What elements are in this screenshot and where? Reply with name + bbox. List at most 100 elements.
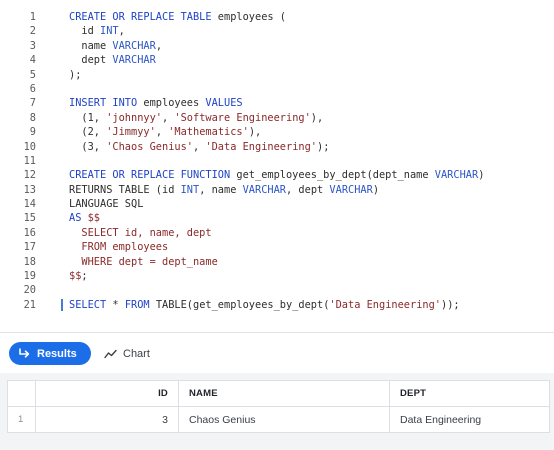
code-token: VARCHAR	[329, 183, 373, 196]
code-line[interactable]: 4 dept VARCHAR	[0, 53, 554, 67]
chart-tab-label: Chart	[123, 347, 150, 360]
code-line[interactable]: 8 (1, 'johnnyy', 'Software Engineering')…	[0, 111, 554, 125]
code-text: LANGUAGE SQL	[69, 197, 143, 211]
column-header-id[interactable]: ID	[35, 380, 179, 407]
code-token: ,	[118, 25, 125, 38]
results-tab-button[interactable]: Results	[9, 342, 91, 365]
code-token: get_employees_by_dept(dept_name	[236, 169, 435, 182]
code-token: 'Mathematics'	[168, 126, 249, 139]
column-header-name[interactable]: NAME	[178, 380, 390, 407]
code-token: INSERT INTO	[69, 97, 144, 110]
line-number: 18	[23, 255, 36, 268]
code-text: (3, 'Chaos Genius', 'Data Engineering');	[69, 140, 329, 154]
code-line[interactable]: 15 AS $$	[0, 211, 554, 225]
line-number: 12	[23, 169, 36, 182]
code-line[interactable]: 18 WHERE dept = dept_name	[0, 255, 554, 269]
sql-editor[interactable]: 1 CREATE OR REPLACE TABLE employees (2 id…	[0, 0, 554, 332]
line-number: 2	[29, 25, 36, 38]
code-token: FROM	[124, 298, 156, 311]
code-token: CREATE OR REPLACE TABLE	[69, 11, 218, 23]
code-token: ));	[441, 298, 460, 311]
code-line[interactable]: 9 (2, 'Jimmyy', 'Mathematics'),	[0, 125, 554, 139]
cell-id[interactable]: 3	[35, 406, 179, 433]
code-text: SELECT id, name, dept	[69, 226, 212, 240]
line-number: 20	[23, 284, 36, 297]
code-line[interactable]: 17 FROM employees	[0, 240, 554, 254]
code-text: SELECT * FROM TABLE(get_employees_by_dep…	[69, 298, 460, 312]
code-line[interactable]: 1 CREATE OR REPLACE TABLE employees (	[0, 10, 554, 24]
code-token: 'Software Engineering'	[174, 111, 311, 124]
code-token: INT	[100, 25, 119, 38]
code-token: SELECT id, name, dept	[69, 226, 212, 239]
code-line[interactable]: 11	[0, 154, 554, 168]
code-text: $$;	[69, 269, 88, 283]
code-line[interactable]: 6	[0, 82, 554, 96]
code-token: ),	[248, 126, 262, 139]
code-line[interactable]: 12 CREATE OR REPLACE FUNCTION get_employe…	[0, 168, 554, 182]
code-line[interactable]: 19 $$;	[0, 269, 554, 283]
code-text: RETURNS TABLE (id INT, name VARCHAR, dep…	[69, 183, 379, 197]
code-token: FROM employees	[69, 241, 169, 254]
code-token: INT	[180, 183, 200, 196]
line-number: 6	[29, 82, 36, 95]
code-token: LANGUAGE SQL	[69, 198, 144, 211]
code-token: (1,	[69, 111, 107, 124]
line-number: 5	[29, 68, 36, 81]
code-line[interactable]: 2 id INT,	[0, 24, 554, 38]
code-token: 'johnnyy'	[106, 111, 162, 124]
code-token: 'Data Engineering'	[329, 298, 441, 311]
code-text: id INT,	[69, 24, 125, 38]
code-line[interactable]: 7 INSERT INTO employees VALUES	[0, 96, 554, 110]
code-text: dept VARCHAR	[69, 53, 155, 67]
code-token: AS	[69, 212, 88, 225]
line-number: 14	[23, 198, 36, 211]
code-text: INSERT INTO employees VALUES	[69, 96, 243, 110]
column-header-dept[interactable]: DEPT	[389, 380, 550, 407]
code-text: (1, 'johnnyy', 'Software Engineering'),	[69, 111, 323, 125]
code-token: (3,	[69, 140, 107, 153]
cell-name[interactable]: Chaos Genius	[178, 406, 390, 433]
code-text: (2, 'Jimmyy', 'Mathematics'),	[69, 125, 261, 139]
code-token: ;	[81, 270, 88, 283]
line-number: 21	[23, 298, 36, 311]
line-number: 4	[29, 54, 36, 67]
chart-tab-button[interactable]: Chart	[104, 342, 150, 365]
code-token: $$	[69, 270, 82, 283]
code-token: (2,	[69, 126, 107, 139]
code-token: name	[69, 39, 113, 52]
code-text: name VARCHAR,	[69, 39, 162, 53]
line-number: 9	[29, 126, 36, 139]
code-line[interactable]: 5);	[0, 68, 554, 82]
code-token: *	[112, 298, 125, 311]
code-token: VARCHAR	[434, 169, 479, 182]
cell-dept[interactable]: Data Engineering	[389, 406, 550, 433]
code-line[interactable]: 13 RETURNS TABLE (id INT, name VARCHAR, d…	[0, 183, 554, 197]
code-line[interactable]: 3 name VARCHAR,	[0, 39, 554, 53]
code-token: ,	[155, 126, 169, 139]
table-row[interactable]: 1 3 Chaos Genius Data Engineering	[7, 406, 550, 433]
code-token: 'Data Engineering'	[205, 140, 317, 153]
code-token: ,	[155, 39, 163, 52]
code-token: VARCHAR	[242, 183, 287, 196]
code-token: dept	[69, 54, 113, 67]
table-header-row: ID NAME DEPT	[7, 380, 550, 407]
line-number: 17	[23, 241, 36, 254]
code-line[interactable]: 10 (3, 'Chaos Genius', 'Data Engineering…	[0, 140, 554, 154]
line-number: 16	[23, 226, 36, 239]
code-line[interactable]: 21 SELECT * FROM TABLE(get_employees_by_d…	[0, 298, 554, 312]
code-token: );	[317, 140, 330, 153]
results-table: ID NAME DEPT 1 3 Chaos Genius Data Engin…	[7, 380, 550, 433]
line-number: 3	[29, 39, 36, 52]
code-text: AS $$	[69, 211, 100, 225]
line-number: 7	[29, 97, 36, 110]
code-line[interactable]: 16 SELECT id, name, dept	[0, 226, 554, 240]
code-token: employees	[143, 97, 206, 110]
code-token: WHERE dept = dept_name	[69, 255, 218, 268]
code-token: , name	[199, 183, 243, 196]
line-number: 15	[23, 212, 36, 225]
code-text: FROM employees	[69, 240, 168, 254]
code-line[interactable]: 20	[0, 283, 554, 297]
code-line[interactable]: 14 LANGUAGE SQL	[0, 197, 554, 211]
code-token: id	[69, 25, 100, 38]
code-token: 'Chaos Genius'	[106, 140, 193, 153]
